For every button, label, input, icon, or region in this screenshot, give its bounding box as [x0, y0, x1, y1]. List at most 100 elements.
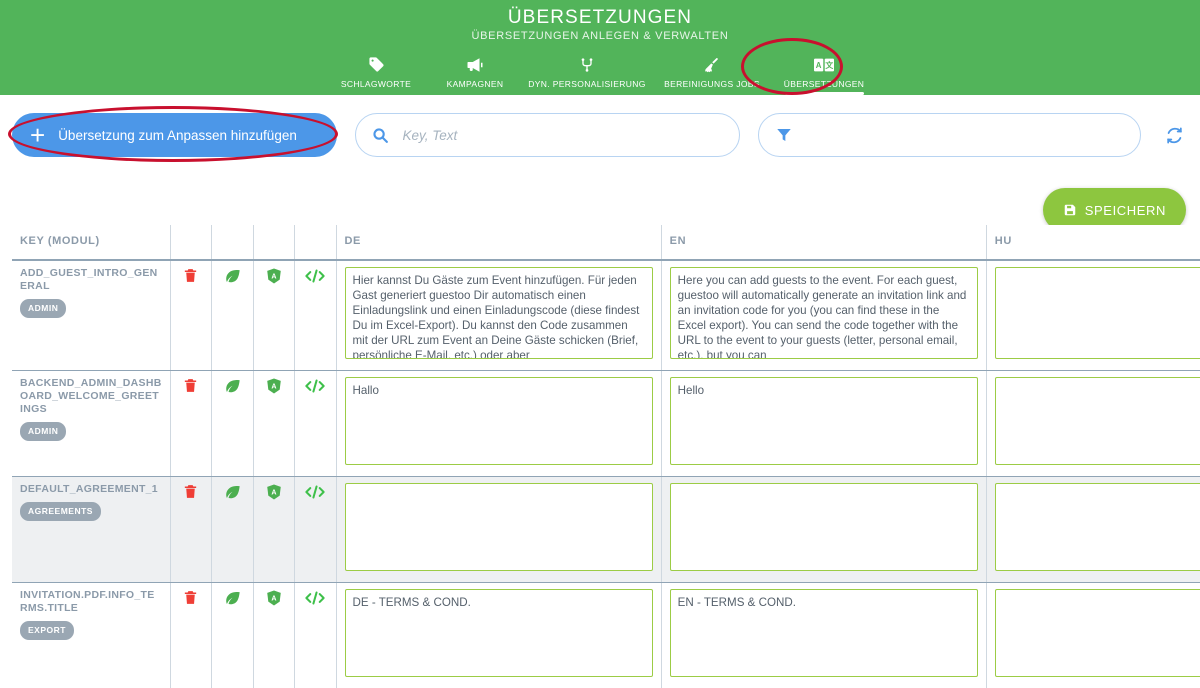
cell-en[interactable]	[661, 582, 987, 688]
translation-textarea-en[interactable]	[669, 589, 978, 677]
angular-row-button[interactable]: A	[253, 582, 296, 688]
column-header-hu[interactable]: HU	[986, 225, 1200, 261]
leaf-row-button[interactable]	[211, 370, 254, 477]
table-row: DEFAULT_AGREEMENT_1 AGREEMENTS A	[12, 476, 1200, 583]
nav-item-kampagnen[interactable]: KAMPAGNEN	[426, 55, 525, 95]
svg-text:A: A	[271, 273, 276, 281]
code-row-button[interactable]	[294, 370, 337, 477]
delete-row-button[interactable]	[170, 370, 213, 477]
code-icon	[304, 589, 326, 606]
page-subtitle: ÜBERSETZUNGEN ANLEGEN & VERWALTEN	[471, 30, 729, 42]
translations-table: KEY (MODUL) DE EN HU ADD_GUEST_INTRO_GEN…	[12, 225, 1200, 688]
angular-row-button[interactable]: A	[253, 476, 296, 583]
row-key-cell: BACKEND_ADMIN_DASHBOARD_WELCOME_GREETING…	[12, 370, 171, 477]
svg-text:A: A	[271, 489, 276, 497]
translation-textarea-de[interactable]	[344, 589, 653, 677]
leaf-icon	[223, 590, 242, 607]
add-translation-label: Übersetzung zum Anpassen hinzufügen	[58, 127, 297, 143]
svg-text:A: A	[816, 61, 822, 70]
nav-item-uebersetzungen[interactable]: A 文 ÜBERSETZUNGEN	[775, 55, 874, 95]
nav-item-schlagworte[interactable]: SCHLAGWORTE	[327, 55, 426, 95]
cell-en[interactable]	[661, 260, 987, 371]
translation-textarea-hu[interactable]	[994, 267, 1200, 359]
translation-textarea-hu[interactable]	[994, 377, 1200, 465]
nav-item-bereinigungs-jobs[interactable]: BEREINIGUNGS JOBS	[650, 55, 775, 95]
delete-row-button[interactable]	[170, 476, 213, 583]
nav-item-label: BEREINIGUNGS JOBS	[664, 79, 760, 89]
search-field-wrapper[interactable]	[355, 113, 741, 157]
toolbar: + Übersetzung zum Anpassen hinzufügen	[0, 95, 1200, 175]
cell-hu[interactable]	[986, 476, 1200, 583]
search-input[interactable]	[400, 115, 724, 155]
angular-row-button[interactable]: A	[253, 370, 296, 477]
column-header-delete	[170, 225, 213, 261]
translation-textarea-hu[interactable]	[994, 589, 1200, 677]
translation-textarea-hu[interactable]	[994, 483, 1200, 571]
leaf-row-button[interactable]	[211, 260, 254, 371]
broom-icon	[650, 55, 775, 75]
row-key-cell: INVITATION.PDF.INFO_TERMS.TITLE EXPORT	[12, 582, 171, 688]
column-header-angular	[253, 225, 296, 261]
table-header-row: KEY (MODUL) DE EN HU	[12, 225, 1200, 261]
cell-en[interactable]	[661, 370, 987, 477]
code-icon	[304, 483, 326, 500]
translation-textarea-de[interactable]	[344, 267, 653, 359]
table-body: ADD_GUEST_INTRO_GENERAL ADMIN A Hier kan…	[12, 260, 1200, 688]
filter-input[interactable]	[804, 115, 1125, 155]
column-header-en[interactable]: EN	[661, 225, 987, 261]
module-badge: EXPORT	[20, 621, 74, 640]
megaphone-icon	[426, 55, 525, 75]
translation-textarea-en[interactable]	[669, 483, 978, 571]
delete-icon	[182, 589, 199, 606]
cell-de[interactable]	[336, 260, 662, 371]
module-badge: ADMIN	[20, 422, 67, 441]
refresh-button[interactable]	[1161, 122, 1188, 149]
sitemap-icon	[525, 55, 650, 75]
delete-row-button[interactable]	[170, 582, 213, 688]
cell-de[interactable]	[336, 476, 662, 583]
translation-textarea-en[interactable]	[669, 377, 978, 465]
app-header: ÜBERSETZUNGEN ÜBERSETZUNGEN ANLEGEN & VE…	[0, 0, 1200, 95]
filter-icon	[775, 126, 793, 144]
nav-item-dyn-personalisierung[interactable]: DYN. PERSONALISIERUNG	[525, 55, 650, 95]
column-header-key[interactable]: KEY (MODUL)	[12, 225, 171, 261]
svg-text:A: A	[271, 595, 276, 603]
leaf-row-button[interactable]	[211, 582, 254, 688]
code-row-button[interactable]	[294, 582, 337, 688]
angular-icon: A	[265, 377, 283, 394]
filter-field-wrapper[interactable]	[758, 113, 1142, 157]
tag-icon	[327, 55, 426, 75]
module-badge: ADMIN	[20, 299, 67, 318]
module-badge: AGREEMENTS	[20, 502, 101, 521]
leaf-icon	[223, 268, 242, 285]
nav-item-label: SCHLAGWORTE	[340, 79, 412, 89]
code-row-button[interactable]	[294, 260, 337, 371]
table-row: INVITATION.PDF.INFO_TERMS.TITLE EXPORT A	[12, 582, 1200, 688]
leaf-row-button[interactable]	[211, 476, 254, 583]
translation-textarea-de[interactable]	[344, 377, 653, 465]
save-button-label: SPEICHERN	[1084, 202, 1166, 218]
cell-hu[interactable]	[986, 370, 1200, 477]
search-icon	[372, 127, 389, 144]
svg-text:文: 文	[825, 60, 833, 70]
angular-icon: A	[265, 267, 283, 284]
angular-row-button[interactable]: A	[253, 260, 296, 371]
translation-textarea-en[interactable]	[669, 267, 978, 359]
code-row-button[interactable]	[294, 476, 337, 583]
cell-hu[interactable]	[986, 582, 1200, 688]
column-header-code	[294, 225, 337, 261]
translations-table-wrapper[interactable]: KEY (MODUL) DE EN HU ADD_GUEST_INTRO_GEN…	[12, 225, 1200, 688]
delete-icon	[182, 483, 199, 500]
translation-textarea-de[interactable]	[344, 483, 653, 571]
table-row: ADD_GUEST_INTRO_GENERAL ADMIN A	[12, 260, 1200, 371]
cell-hu[interactable]	[986, 260, 1200, 371]
delete-row-button[interactable]	[170, 260, 213, 371]
main-nav: SCHLAGWORTE KAMPAGNEN DYN. PERSONALISIER…	[0, 55, 1200, 95]
translation-key: BACKEND_ADMIN_DASHBOARD_WELCOME_GREETING…	[20, 377, 162, 415]
cell-de[interactable]	[336, 582, 662, 688]
column-header-de[interactable]: DE	[336, 225, 662, 261]
cell-de[interactable]	[336, 370, 662, 477]
cell-en[interactable]	[661, 476, 987, 583]
add-translation-button[interactable]: + Übersetzung zum Anpassen hinzufügen	[12, 113, 338, 157]
column-header-leaf	[211, 225, 254, 261]
